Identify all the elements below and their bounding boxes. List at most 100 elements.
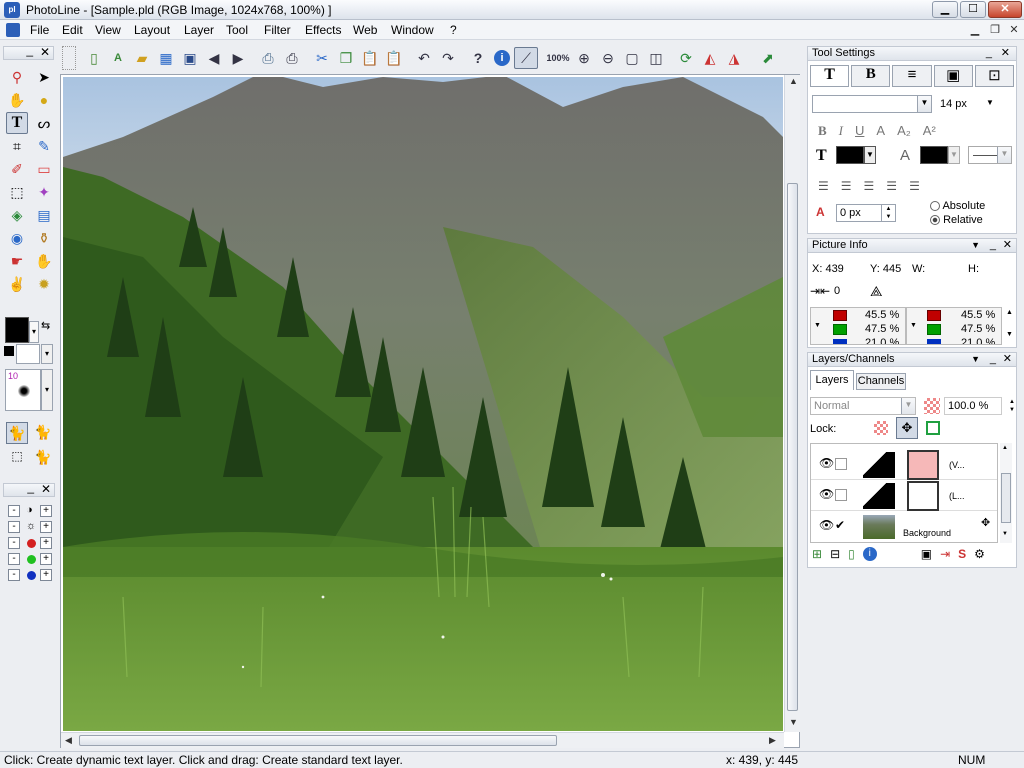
- layer-info-icon[interactable]: i: [862, 547, 877, 561]
- doc-restore-button[interactable]: ❐: [986, 22, 1004, 38]
- scroll-down-icon[interactable]: ▼: [789, 717, 798, 727]
- outline-button[interactable]: A: [876, 123, 885, 139]
- export-icon[interactable]: ⬈: [756, 47, 780, 69]
- rotate-icon[interactable]: ⟳: [674, 47, 698, 69]
- smudge-icon[interactable]: ☛: [6, 250, 28, 272]
- brush-preview[interactable]: 10: [5, 369, 41, 411]
- align-center-icon[interactable]: ☰: [841, 179, 852, 193]
- menu-web[interactable]: Web: [353, 23, 377, 37]
- scroll-left-icon[interactable]: ◀: [65, 735, 72, 746]
- quick-mask-icon[interactable]: 🐈: [32, 449, 54, 469]
- menu-layout[interactable]: Layout: [134, 23, 170, 37]
- minimize-adjust-icon[interactable]: _: [27, 480, 34, 494]
- back-icon[interactable]: ◀: [202, 47, 226, 69]
- fill-color-swatch[interactable]: [836, 146, 864, 164]
- superscript-button[interactable]: A²: [923, 123, 936, 139]
- background-color-swatch[interactable]: [16, 344, 40, 364]
- blue-minus-button[interactable]: -: [8, 569, 20, 581]
- zoom-in-icon[interactable]: ⊕: [572, 47, 596, 69]
- scroll-up-icon[interactable]: ▲: [789, 76, 798, 86]
- layer-checkbox[interactable]: [835, 489, 847, 501]
- font-size-select[interactable]: 14 px ▼: [936, 95, 998, 113]
- visibility-eye-icon[interactable]: 👁: [819, 487, 834, 501]
- panel-menu-icon[interactable]: ▼: [971, 353, 980, 366]
- menu-edit[interactable]: Edit: [62, 23, 83, 37]
- opacity-input[interactable]: 100.0 % ▲ ▼: [944, 397, 1015, 415]
- lock-mask-icon[interactable]: [926, 421, 940, 435]
- text-tool-icon[interactable]: T: [6, 112, 28, 134]
- lock-transparency-icon[interactable]: [874, 421, 888, 435]
- tab-layers[interactable]: Layers: [810, 370, 854, 390]
- blend-mode-select[interactable]: Normal ▼: [810, 397, 916, 415]
- scan-icon[interactable]: ▦: [154, 47, 178, 69]
- script-icon[interactable]: S: [958, 547, 966, 561]
- tab-frame[interactable]: ▣: [933, 65, 973, 87]
- stroke-color-dropdown-icon[interactable]: ▼: [948, 146, 960, 164]
- justify-icon[interactable]: ☰: [886, 179, 897, 193]
- menu-file[interactable]: File: [30, 23, 49, 37]
- green-plus-button[interactable]: +: [40, 553, 52, 565]
- crop-icon[interactable]: ⌗: [6, 135, 28, 157]
- new-text-doc-icon[interactable]: A: [106, 47, 130, 69]
- print-icon[interactable]: ⎙: [280, 47, 304, 69]
- align-right-icon[interactable]: ☰: [864, 179, 875, 193]
- eyedropper-icon[interactable]: ✎: [33, 135, 55, 157]
- duplicate-layer-icon[interactable]: ▯: [848, 547, 855, 561]
- info-icon[interactable]: i: [494, 50, 510, 66]
- vertical-scroll-thumb[interactable]: [787, 183, 798, 711]
- mask-mode-icon[interactable]: 🐈: [32, 422, 54, 444]
- cut-icon[interactable]: ✂: [310, 47, 334, 69]
- layer-row[interactable]: 👁 (L...: [811, 481, 997, 511]
- green-minus-button[interactable]: -: [8, 553, 20, 565]
- menu-filter[interactable]: Filter: [264, 23, 291, 37]
- brightness-minus-button[interactable]: -: [8, 521, 20, 533]
- scroll-up-icon[interactable]: ▲: [1006, 309, 1013, 316]
- tab-paragraph[interactable]: ≡: [892, 65, 932, 87]
- fill-color-dropdown-icon[interactable]: ▼: [864, 146, 876, 164]
- burn-icon[interactable]: ✋: [33, 250, 55, 272]
- paste-new-icon[interactable]: 📋: [382, 47, 406, 69]
- merge-layer-icon[interactable]: ▣: [921, 547, 932, 561]
- menu-layer[interactable]: Layer: [184, 23, 214, 37]
- menu-effects[interactable]: Effects: [305, 23, 341, 37]
- new-adjust-layer-icon[interactable]: ⊟: [830, 547, 840, 561]
- scroll-right-icon[interactable]: ▶: [769, 735, 776, 746]
- open-icon[interactable]: ▰: [130, 47, 154, 69]
- hand-icon[interactable]: ✋: [6, 89, 28, 111]
- color-dropdown-icon[interactable]: ▾: [29, 321, 39, 343]
- tab-bold[interactable]: B: [851, 65, 891, 87]
- panel-close-icon[interactable]: ✕: [1001, 47, 1010, 60]
- bold-button[interactable]: B: [818, 123, 827, 139]
- print-preview-icon[interactable]: ⎙: [256, 47, 280, 69]
- eraser-icon[interactable]: ▭: [33, 158, 55, 180]
- save-icon[interactable]: ▣: [178, 47, 202, 69]
- panel-minimize-icon[interactable]: _: [990, 353, 996, 366]
- magic-wand-icon[interactable]: ✦: [33, 181, 55, 203]
- red-plus-button[interactable]: +: [40, 537, 52, 549]
- copy-icon[interactable]: ❐: [334, 47, 358, 69]
- panel-close-icon[interactable]: ✕: [1003, 239, 1012, 252]
- normal-mode-icon[interactable]: 🐈: [6, 422, 28, 444]
- forward-icon[interactable]: ▶: [226, 47, 250, 69]
- stroke-color-swatch[interactable]: [920, 146, 948, 164]
- zoom-out-icon[interactable]: ⊖: [596, 47, 620, 69]
- redo-icon[interactable]: ↷: [436, 47, 460, 69]
- blue-plus-button[interactable]: +: [40, 569, 52, 581]
- reset-colors-icon[interactable]: [4, 346, 14, 356]
- retouch-icon[interactable]: ✌: [6, 273, 28, 295]
- sponge-icon[interactable]: ◉: [6, 227, 28, 249]
- tab-text[interactable]: T: [810, 65, 850, 87]
- visibility-eye-icon[interactable]: 👁: [819, 518, 834, 532]
- vertical-scrollbar[interactable]: ▲ ▼: [784, 75, 800, 732]
- stroke-width-select[interactable]: ▼: [968, 146, 1012, 164]
- panel-close-icon[interactable]: ✕: [1003, 353, 1012, 366]
- baseline-input[interactable]: 0 px ▲ ▼: [836, 204, 896, 222]
- close-adjust-icon[interactable]: ✕: [41, 482, 51, 496]
- fill-icon[interactable]: ◈: [6, 204, 28, 226]
- document-icon[interactable]: [6, 23, 20, 37]
- paste-icon[interactable]: 📋: [358, 47, 382, 69]
- checkmark-icon[interactable]: ✔: [835, 518, 845, 532]
- line-tool-icon[interactable]: ⟋: [514, 47, 538, 69]
- gradient-icon[interactable]: ▤: [33, 204, 55, 226]
- new-doc-icon[interactable]: ▯: [82, 47, 106, 69]
